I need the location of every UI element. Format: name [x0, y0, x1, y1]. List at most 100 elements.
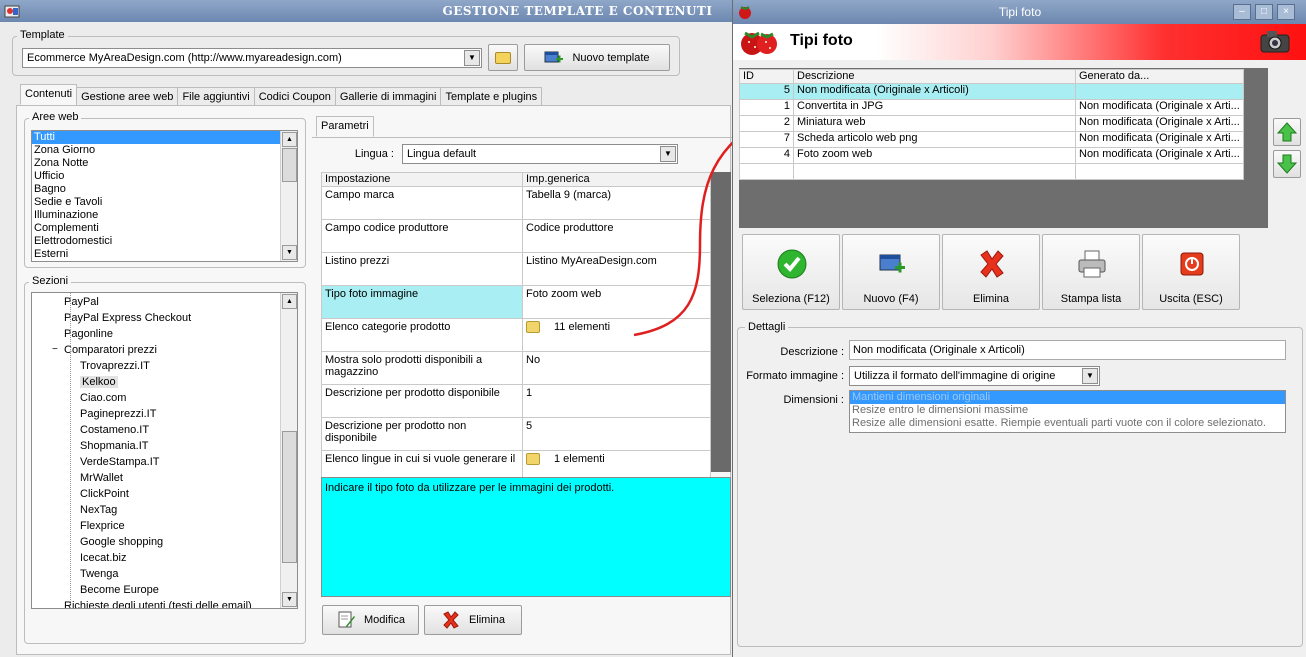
foto-header-id[interactable]: ID [739, 69, 794, 84]
tree-item-label: Icecat.biz [80, 552, 127, 564]
aree-web-label: Aree web [29, 111, 82, 123]
table-row[interactable]: Mostra solo prodotti disponibili a magaz… [321, 351, 711, 385]
parametri-tabs: Parametri [316, 116, 374, 137]
cell-id: 2 [739, 115, 794, 132]
template-select[interactable]: Ecommerce MyAreaDesign.com (http://www.m… [22, 48, 482, 68]
open-folder-button[interactable] [488, 44, 518, 71]
list-item[interactable]: Complementi [32, 222, 297, 235]
aree-web-scrollbar[interactable]: ▲ ▼ [280, 131, 297, 261]
tab-template-e-plugins[interactable]: Template e plugins [440, 87, 543, 105]
param-key: Tipo foto immagine [321, 285, 523, 319]
delete-x-icon [443, 611, 459, 629]
aree-web-list[interactable]: Tutti Zona Giorno Zona Notte Ufficio Bagno Se… [31, 130, 298, 262]
scroll-thumb[interactable] [282, 148, 297, 182]
scroll-up-icon[interactable]: ▲ [282, 294, 297, 309]
arrow-down-icon [1276, 154, 1298, 174]
table-row[interactable]: Descrizione per prodotto disponibile 1 [321, 384, 711, 418]
tab-gallerie-di-immagini[interactable]: Gallerie di immagini [334, 87, 442, 105]
seleziona-button[interactable]: Seleziona (F12) [742, 234, 840, 310]
move-up-button[interactable] [1273, 118, 1301, 146]
maximize-icon[interactable]: □ [1255, 4, 1273, 20]
table-row[interactable]: 5 Non modificata (Originale x Articoli) [739, 83, 1244, 100]
list-item[interactable]: Sedie e Tavoli [32, 196, 297, 209]
formato-select-value: Utilizza il formato dell'immagine di ori… [854, 370, 1056, 382]
table-row[interactable]: 4 Foto zoom web Non modificata (Originale … [739, 147, 1244, 164]
dimensioni-list[interactable]: Mantieni dimensioni originali Resize ent… [849, 390, 1286, 433]
params-header-impostazione[interactable]: Impostazione [321, 172, 523, 187]
list-item[interactable]: Illuminazione [32, 209, 297, 222]
formato-select[interactable]: Utilizza il formato dell'immagine di ori… [849, 366, 1100, 386]
tree-item-label: MrWallet [80, 472, 123, 484]
tree-item-label: VerdeStampa.IT [80, 456, 160, 468]
tab-parametri[interactable]: Parametri [316, 116, 374, 137]
tipi-foto-grid-container: ID Descrizione Generato da... 5 Non modif… [739, 68, 1268, 228]
folder-icon [526, 321, 540, 334]
tree-item-label: Google shopping [80, 536, 164, 548]
list-item[interactable]: Zona Notte [32, 157, 297, 170]
stampa-lista-button[interactable]: Stampa lista [1042, 234, 1140, 310]
cell-gen: Non modificata (Originale x Arti... [1075, 131, 1244, 148]
list-item[interactable]: Ufficio [32, 170, 297, 183]
foto-header-descrizione[interactable]: Descrizione [793, 69, 1076, 84]
param-key: Campo marca [321, 186, 523, 220]
param-value[interactable]: 1 [522, 384, 711, 418]
delete-x-icon [980, 250, 1004, 278]
param-value[interactable]: 5 [522, 417, 711, 451]
param-value-text: 11 elementi [554, 321, 611, 333]
cell-desc: Scheda articolo web png [793, 131, 1076, 148]
scroll-up-icon[interactable]: ▲ [282, 132, 297, 147]
chevron-down-icon: ▼ [464, 50, 480, 66]
collapse-icon[interactable]: − [52, 342, 58, 358]
nuovo-button[interactable]: Nuovo (F4) [842, 234, 940, 310]
elimina-param-button[interactable]: Elimina [424, 605, 522, 635]
dimensioni-option[interactable]: Resize alle dimensioni esatte. Riempie e… [850, 417, 1285, 430]
tree-item-label: Pagonline [64, 328, 113, 340]
tab-codici-coupon[interactable]: Codici Coupon [253, 87, 336, 105]
tab-gestione-aree-web[interactable]: Gestione aree web [76, 87, 179, 105]
minimize-icon[interactable]: – [1233, 4, 1251, 20]
tab-file-aggiuntivi[interactable]: File aggiuntivi [177, 87, 255, 105]
main-tabs: Contenuti Gestione aree web File aggiuntiv… [20, 84, 543, 105]
param-value-text: 5 [526, 420, 533, 432]
scroll-thumb[interactable] [282, 431, 297, 563]
dimensioni-option[interactable]: Mantieni dimensioni originali [850, 391, 1285, 404]
table-row[interactable]: 1 Convertita in JPG Non modificata (Origin… [739, 99, 1244, 116]
tab-contenuti[interactable]: Contenuti [20, 84, 78, 105]
scroll-down-icon[interactable]: ▼ [282, 245, 297, 260]
cell-desc: Miniatura web [793, 115, 1076, 132]
tipi-foto-table[interactable]: ID Descrizione Generato da... 5 Non modif… [739, 69, 1244, 180]
list-item[interactable]: Bagno [32, 183, 297, 196]
param-value-text: No [526, 354, 541, 366]
elimina-button[interactable]: Elimina [942, 234, 1040, 310]
foto-header-generato[interactable]: Generato da... [1075, 69, 1244, 84]
empty-row[interactable] [739, 163, 1244, 180]
list-item[interactable]: Elettrodomestici [32, 235, 297, 248]
param-value[interactable]: No [522, 351, 711, 385]
uscita-button[interactable]: Uscita (ESC) [1142, 234, 1240, 310]
descrizione-field[interactable]: Non modificata (Originale x Articoli) [849, 340, 1286, 360]
close-icon[interactable]: × [1277, 4, 1295, 20]
tree-item-label: Shopmania.IT [80, 440, 149, 452]
sezioni-scrollbar[interactable]: ▲ ▼ [280, 293, 297, 608]
scroll-down-icon[interactable]: ▼ [282, 592, 297, 607]
table-row[interactable]: 2 Miniatura web Non modificata (Originale … [739, 115, 1244, 132]
table-row[interactable]: Descrizione per prodotto non disponibile… [321, 417, 711, 451]
main-window-title: GESTIONE TEMPLATE E CONTENUTI [442, 4, 713, 18]
strawberry-icon [739, 6, 751, 19]
camera-icon [1260, 31, 1290, 53]
cell-gen [1075, 83, 1244, 100]
param-value-text: Foto zoom web [526, 288, 602, 300]
chevron-down-icon: ▼ [1082, 368, 1098, 384]
modifica-button[interactable]: Modifica [322, 605, 419, 635]
move-down-button[interactable] [1273, 150, 1301, 178]
printer-icon [1078, 250, 1106, 278]
new-template-button[interactable]: Nuovo template [524, 44, 670, 71]
new-template-label: Nuovo template [572, 51, 650, 64]
param-key: Descrizione per prodotto disponibile [321, 384, 523, 418]
list-item[interactable]: Tutti [32, 131, 297, 144]
table-row[interactable]: 7 Scheda articolo web png Non modificata (… [739, 131, 1244, 148]
dimensioni-option[interactable]: Resize entro le dimensioni massime [850, 404, 1285, 417]
sezioni-tree[interactable]: PayPal PayPal Express Checkout Pagonline − C… [31, 292, 298, 609]
list-item[interactable]: Zona Giorno [32, 144, 297, 157]
list-item[interactable]: Esterni [32, 248, 297, 261]
